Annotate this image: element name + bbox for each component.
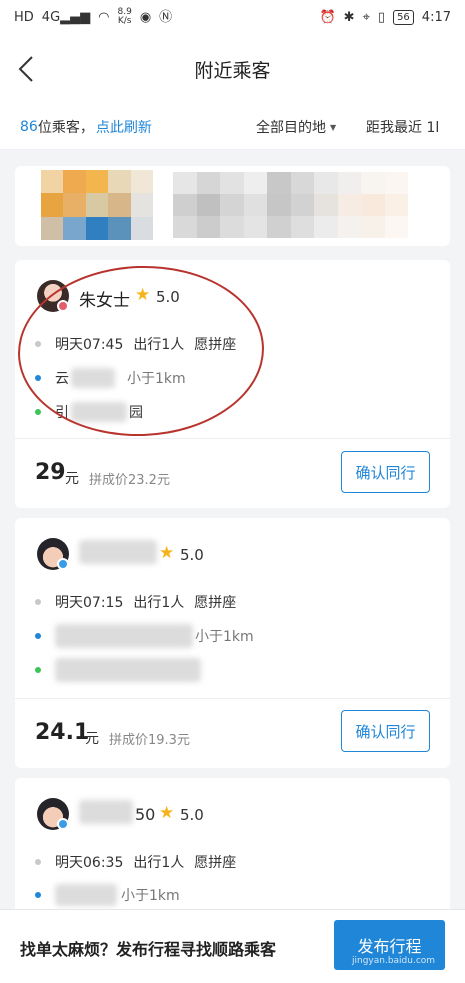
end-dot-icon bbox=[35, 409, 41, 415]
trip-people: 出行1人 bbox=[133, 595, 185, 611]
passenger-card[interactable]: 50 ★ 5.0 明天06:35 出行1人 愿拼座 小于1km bbox=[15, 778, 450, 918]
price: 24.1 bbox=[35, 720, 90, 745]
net-speed: 8.9 K/s bbox=[117, 7, 132, 26]
confirm-button[interactable]: 确认同行 bbox=[341, 451, 430, 493]
destination-filter[interactable]: 全部目的地 ▼ bbox=[256, 117, 336, 137]
pool-price: 拼成价19.3元 bbox=[109, 733, 190, 748]
watermark: jingyan.baidu.com bbox=[352, 956, 436, 966]
nav-bar: 附近乘客 bbox=[0, 34, 465, 104]
destination-filter-label: 全部目的地 bbox=[256, 120, 326, 136]
passenger-name-suffix: 50 bbox=[135, 805, 156, 824]
start-address-blurred bbox=[55, 624, 193, 648]
bottom-bar: 找单太麻烦？发布行程寻找顺路乘客 发布行程 jingyan.baidu.com bbox=[0, 909, 465, 983]
wifi-icon: ◠ bbox=[98, 9, 110, 25]
publish-prompt: 找单太麻烦？发布行程寻找顺路乘客 bbox=[20, 940, 277, 959]
passenger-count-suffix: 位乘客， bbox=[37, 119, 94, 136]
passenger-card[interactable]: ★ 5.0 明天07:15 出行1人 愿拼座 小于1km 24.1 元 拼成价1… bbox=[15, 518, 450, 768]
start-dot-icon bbox=[35, 633, 41, 639]
start-distance: 小于1km bbox=[195, 629, 254, 645]
end-row bbox=[35, 658, 201, 682]
trip-time: 明天07:15 bbox=[55, 595, 124, 611]
vibrate-icon: ▯ bbox=[377, 9, 386, 25]
star-icon: ★ bbox=[159, 543, 175, 563]
banner-mosaic-left bbox=[41, 170, 153, 240]
passenger-rating: 5.0 bbox=[180, 546, 204, 564]
star-icon: ★ bbox=[159, 803, 175, 823]
start-address-blurred bbox=[55, 884, 117, 906]
signal-icon: 4G▂▄▆ bbox=[41, 9, 91, 25]
divider bbox=[15, 698, 450, 699]
confirm-button[interactable]: 确认同行 bbox=[341, 710, 430, 752]
chevron-left-icon bbox=[18, 56, 33, 82]
passenger-rating: 5.0 bbox=[180, 806, 204, 824]
start-row: 小于1km bbox=[35, 884, 180, 906]
status-bar: HD 4G▂▄▆ ◠ 8.9 K/s ◉ Ⓝ ⏰ ✱ ⌖ ▯ 56 4:17 bbox=[0, 0, 465, 34]
end-address-blurred bbox=[55, 658, 201, 682]
caret-down-icon: ▼ bbox=[330, 122, 337, 132]
price-unit: 元 bbox=[65, 471, 79, 487]
refresh-link[interactable]: 点此刷新 bbox=[96, 117, 152, 137]
start-dot-icon bbox=[35, 892, 41, 898]
blurred-banner bbox=[15, 166, 450, 246]
time-dot-icon bbox=[35, 599, 41, 605]
trip-carpool: 愿拼座 bbox=[194, 855, 237, 871]
verified-badge-icon bbox=[57, 558, 69, 570]
price-unit: 元 bbox=[85, 731, 99, 747]
nfc-icon: Ⓝ bbox=[159, 9, 173, 25]
eye-icon: ◉ bbox=[139, 9, 152, 25]
passenger-name-blurred bbox=[79, 800, 133, 824]
distance-sort[interactable]: 距我最近 1l bbox=[366, 117, 439, 137]
bluetooth-icon: ✱ bbox=[343, 9, 355, 25]
trip-info-row: 明天06:35 出行1人 愿拼座 bbox=[35, 852, 236, 872]
start-row: 小于1km bbox=[35, 624, 254, 648]
banner-mosaic-right bbox=[173, 172, 408, 238]
status-right: ⏰ ✱ ⌖ ▯ 56 4:17 bbox=[319, 9, 451, 25]
start-distance: 小于1km bbox=[121, 888, 180, 904]
alarm-icon: ⏰ bbox=[319, 9, 336, 25]
location-icon: ⌖ bbox=[362, 9, 370, 25]
verified-badge-icon bbox=[57, 818, 69, 830]
trip-people: 出行1人 bbox=[133, 855, 185, 871]
battery-icon: 56 bbox=[393, 9, 414, 25]
status-left: HD 4G▂▄▆ ◠ 8.9 K/s ◉ Ⓝ bbox=[14, 8, 172, 26]
back-button[interactable] bbox=[14, 54, 42, 84]
price: 29 bbox=[35, 460, 66, 485]
hd-icon: HD bbox=[14, 9, 34, 25]
trip-time: 明天06:35 bbox=[55, 855, 124, 871]
passenger-count: 86 bbox=[20, 118, 38, 135]
pool-price: 拼成价23.2元 bbox=[89, 473, 170, 488]
clock: 4:17 bbox=[421, 9, 451, 25]
divider bbox=[15, 438, 450, 439]
trip-carpool: 愿拼座 bbox=[194, 595, 237, 611]
filter-bar: 86 位乘客， 点此刷新 全部目的地 ▼ 距我最近 1l bbox=[0, 104, 465, 150]
end-dot-icon bbox=[35, 667, 41, 673]
time-dot-icon bbox=[35, 859, 41, 865]
page-title: 附近乘客 bbox=[194, 59, 271, 82]
trip-info-row: 明天07:15 出行1人 愿拼座 bbox=[35, 592, 236, 612]
passenger-name-blurred bbox=[79, 540, 157, 564]
